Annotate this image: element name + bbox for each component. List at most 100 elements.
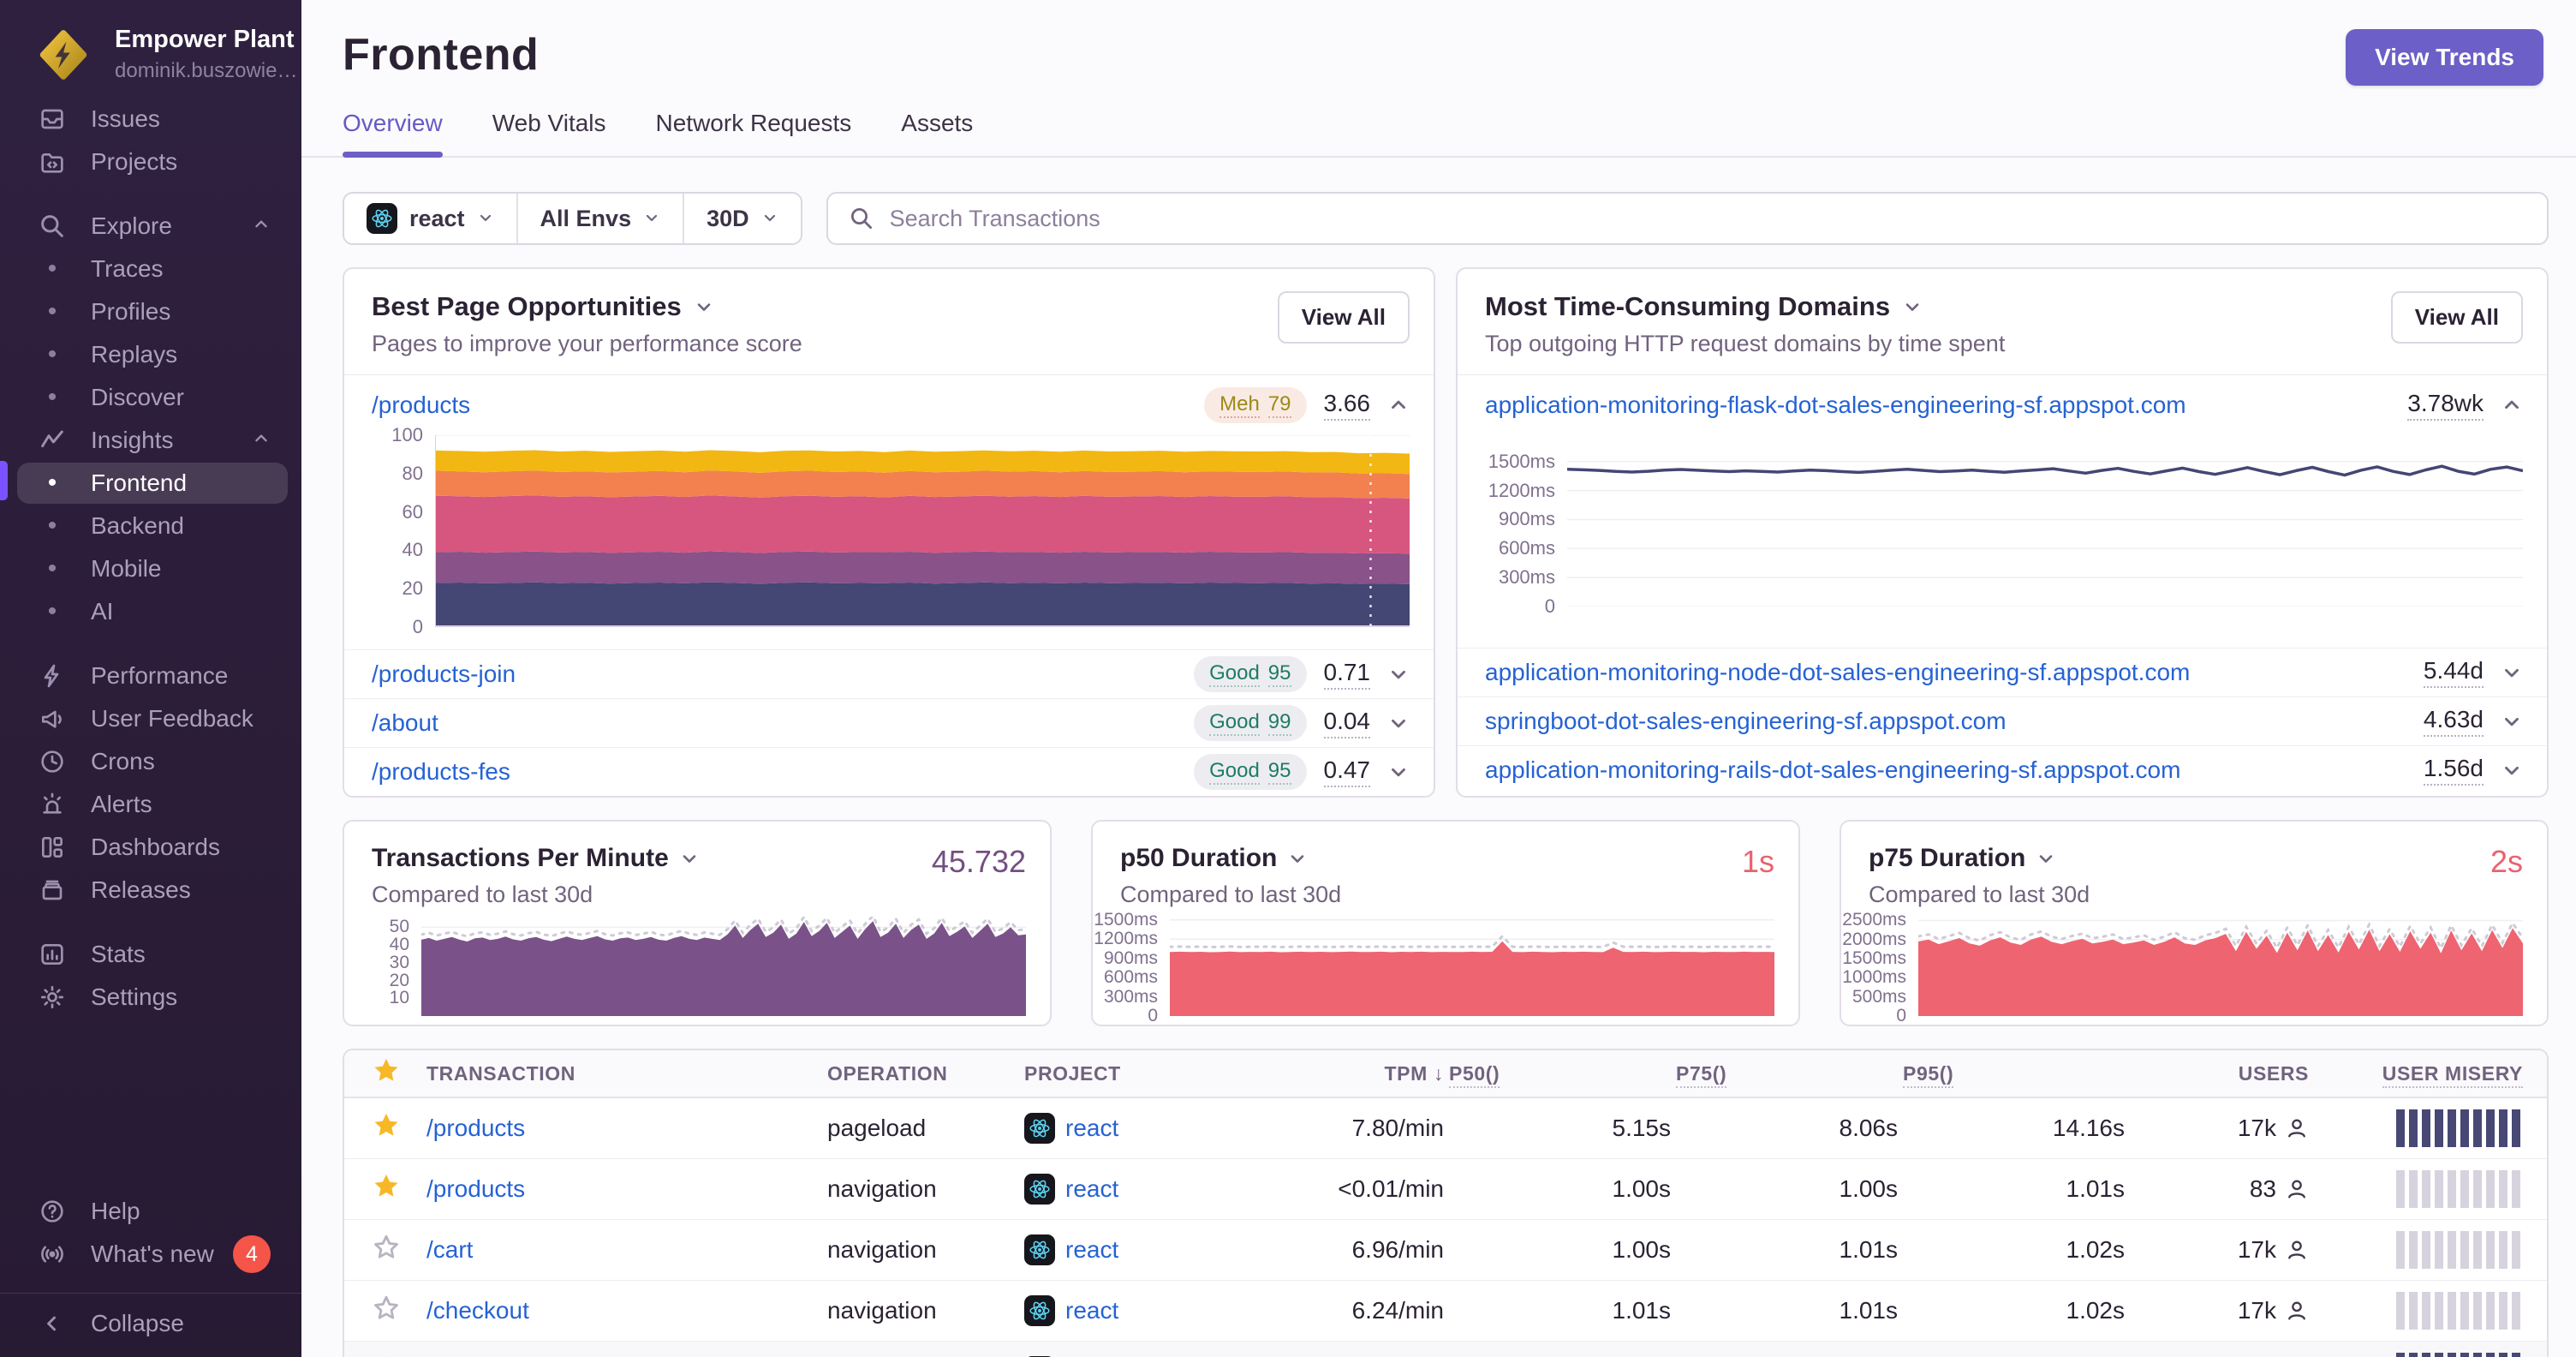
transaction-link[interactable]: /products [426, 1115, 525, 1141]
project-link[interactable]: react [1065, 1236, 1118, 1264]
project-link[interactable]: react [1065, 1115, 1118, 1142]
issues-icon [38, 105, 67, 134]
sidebar-item-performance[interactable]: Performance [0, 655, 301, 697]
sidebar-item-stats[interactable]: Stats [0, 933, 301, 976]
sidebar-item-discover[interactable]: Discover [0, 376, 301, 419]
domain-row[interactable]: application-monitoring-node-dot-sales-en… [1458, 648, 2547, 696]
expand-row-button[interactable] [1387, 712, 1410, 734]
star-outline-icon[interactable] [372, 1233, 401, 1262]
col-header-p75[interactable]: P75() [1671, 1061, 1727, 1088]
chevron-down-icon [643, 206, 660, 232]
sidebar-item-settings[interactable]: Settings [0, 976, 301, 1019]
org-logo-icon [39, 30, 87, 80]
star-icon[interactable] [372, 1056, 401, 1085]
sidebar-item-replays[interactable]: Replays [0, 333, 301, 376]
opportunity-row[interactable]: /products-join Good 95 0.71 [344, 649, 1434, 698]
page-link[interactable]: /products [372, 392, 470, 419]
sidebar-item-crons[interactable]: Crons [0, 740, 301, 783]
domain-link[interactable]: application-monitoring-node-dot-sales-en… [1485, 659, 2190, 686]
expand-row-button[interactable] [2501, 661, 2523, 684]
sidebar-item-frontend[interactable]: Frontend [0, 462, 301, 505]
tab-network-requests[interactable]: Network Requests [656, 110, 852, 156]
col-header-p95[interactable]: P95() [1898, 1061, 1954, 1088]
score-badge: Good 95 [1194, 656, 1307, 692]
project-link[interactable]: react [1065, 1175, 1118, 1203]
col-header-operation[interactable]: OPERATION [827, 1062, 1024, 1085]
opportunity-row[interactable]: /products-fes Good 95 0.47 [344, 747, 1434, 796]
expand-row-button[interactable] [1387, 663, 1410, 685]
sidebar-item-mobile[interactable]: Mobile [0, 547, 301, 590]
collapse-row-button[interactable] [1387, 394, 1410, 416]
star-outline-icon[interactable] [372, 1354, 401, 1357]
chevron-down-icon[interactable] [1287, 848, 1308, 869]
sidebar-item-insights[interactable]: Insights [0, 419, 301, 462]
insights-icon [38, 426, 67, 455]
view-all-button[interactable]: View All [2390, 291, 2523, 344]
view-all-button[interactable]: View All [1277, 291, 1410, 344]
environment-selector[interactable]: All Envs [516, 194, 683, 243]
sidebar-item-explore[interactable]: Explore [0, 205, 301, 248]
sidebar-item-projects[interactable]: Projects [0, 140, 301, 183]
sidebar-item-profiles[interactable]: Profiles [0, 290, 301, 333]
domain-link[interactable]: application-monitoring-flask-dot-sales-e… [1485, 392, 2186, 419]
domain-row[interactable]: springboot-dot-sales-engineering-sf.apps… [1458, 696, 2547, 745]
date-range-selector[interactable]: 30D [683, 194, 801, 243]
panel-title: p50 Duration [1120, 844, 1278, 872]
tab-overview[interactable]: Overview [343, 110, 443, 158]
project-selector[interactable]: react [344, 194, 516, 243]
col-header-users[interactable]: USERS [2239, 1062, 2309, 1085]
whats-new-count-badge: 4 [233, 1235, 271, 1273]
domain-row[interactable]: application-monitoring-rails-dot-sales-e… [1458, 745, 2547, 794]
user-icon [2288, 1119, 2305, 1138]
chevron-down-icon[interactable] [1902, 296, 1923, 317]
search-transactions-input[interactable] [889, 205, 2526, 232]
chevron-down-icon[interactable] [679, 848, 700, 869]
page-link[interactable]: /products-fes [372, 758, 510, 786]
sidebar-item-help[interactable]: Help [0, 1190, 301, 1233]
expand-row-button[interactable] [2501, 710, 2523, 732]
sidebar-item-whats-new[interactable]: What's new 4 [0, 1233, 301, 1276]
performance-icon [38, 661, 67, 690]
col-header-user-misery[interactable]: USER MISERY [2377, 1061, 2523, 1088]
page-link[interactable]: /about [372, 709, 438, 737]
expand-row-button[interactable] [2501, 759, 2523, 781]
col-header-p50[interactable]: P50() [1444, 1061, 1500, 1088]
view-trends-button[interactable]: View Trends [2346, 29, 2543, 86]
sidebar-collapse-button[interactable]: Collapse [0, 1302, 301, 1345]
sidebar-item-traces[interactable]: Traces [0, 248, 301, 290]
col-header-tpm[interactable]: TPM ↓ [1385, 1062, 1444, 1085]
col-header-project[interactable]: PROJECT [1024, 1062, 1281, 1085]
sidebar-item-issues[interactable]: Issues [0, 98, 301, 140]
domain-link[interactable]: application-monitoring-rails-dot-sales-e… [1485, 756, 2180, 784]
tab-assets[interactable]: Assets [901, 110, 973, 156]
chevron-down-icon[interactable] [694, 296, 714, 317]
transaction-link[interactable]: /products [426, 1175, 525, 1202]
project-link[interactable]: react [1065, 1297, 1118, 1324]
domain-link[interactable]: springboot-dot-sales-engineering-sf.apps… [1485, 708, 2007, 735]
star-filled-icon[interactable] [372, 1172, 401, 1201]
sidebar-item-releases[interactable]: Releases [0, 869, 301, 912]
table-row[interactable]: /products pageload react 7.80/min 5.15s … [344, 1098, 2547, 1159]
star-outline-icon[interactable] [372, 1294, 401, 1323]
collapse-row-button[interactable] [2501, 394, 2523, 416]
table-row[interactable]: /cart navigation react 6.96/min 1.00s 1.… [344, 1220, 2547, 1281]
sidebar-item-ai[interactable]: AI [0, 590, 301, 633]
opportunity-row[interactable]: /about Good 99 0.04 [344, 698, 1434, 747]
table-row[interactable]: /products-join pageload react 3.88/min 1… [344, 1342, 2547, 1357]
star-filled-icon[interactable] [372, 1111, 401, 1140]
sidebar-item-user-feedback[interactable]: User Feedback [0, 697, 301, 740]
transaction-link[interactable]: /checkout [426, 1297, 529, 1324]
user-icon [2288, 1180, 2305, 1199]
tab-web-vitals[interactable]: Web Vitals [492, 110, 606, 156]
sidebar-item-backend[interactable]: Backend [0, 505, 301, 547]
col-header-transaction[interactable]: TRANSACTION [426, 1062, 827, 1085]
expand-row-button[interactable] [1387, 761, 1410, 783]
table-row[interactable]: /products navigation react <0.01/min 1.0… [344, 1159, 2547, 1220]
table-row[interactable]: /checkout navigation react 6.24/min 1.01… [344, 1281, 2547, 1342]
chevron-down-icon[interactable] [2036, 848, 2056, 869]
page-link[interactable]: /products-join [372, 661, 516, 688]
sidebar-item-dashboards[interactable]: Dashboards [0, 826, 301, 869]
sidebar-item-alerts[interactable]: Alerts [0, 783, 301, 826]
org-switcher[interactable]: Empower Plant dominik.buszowiec… [0, 0, 301, 87]
transaction-link[interactable]: /cart [426, 1236, 473, 1263]
